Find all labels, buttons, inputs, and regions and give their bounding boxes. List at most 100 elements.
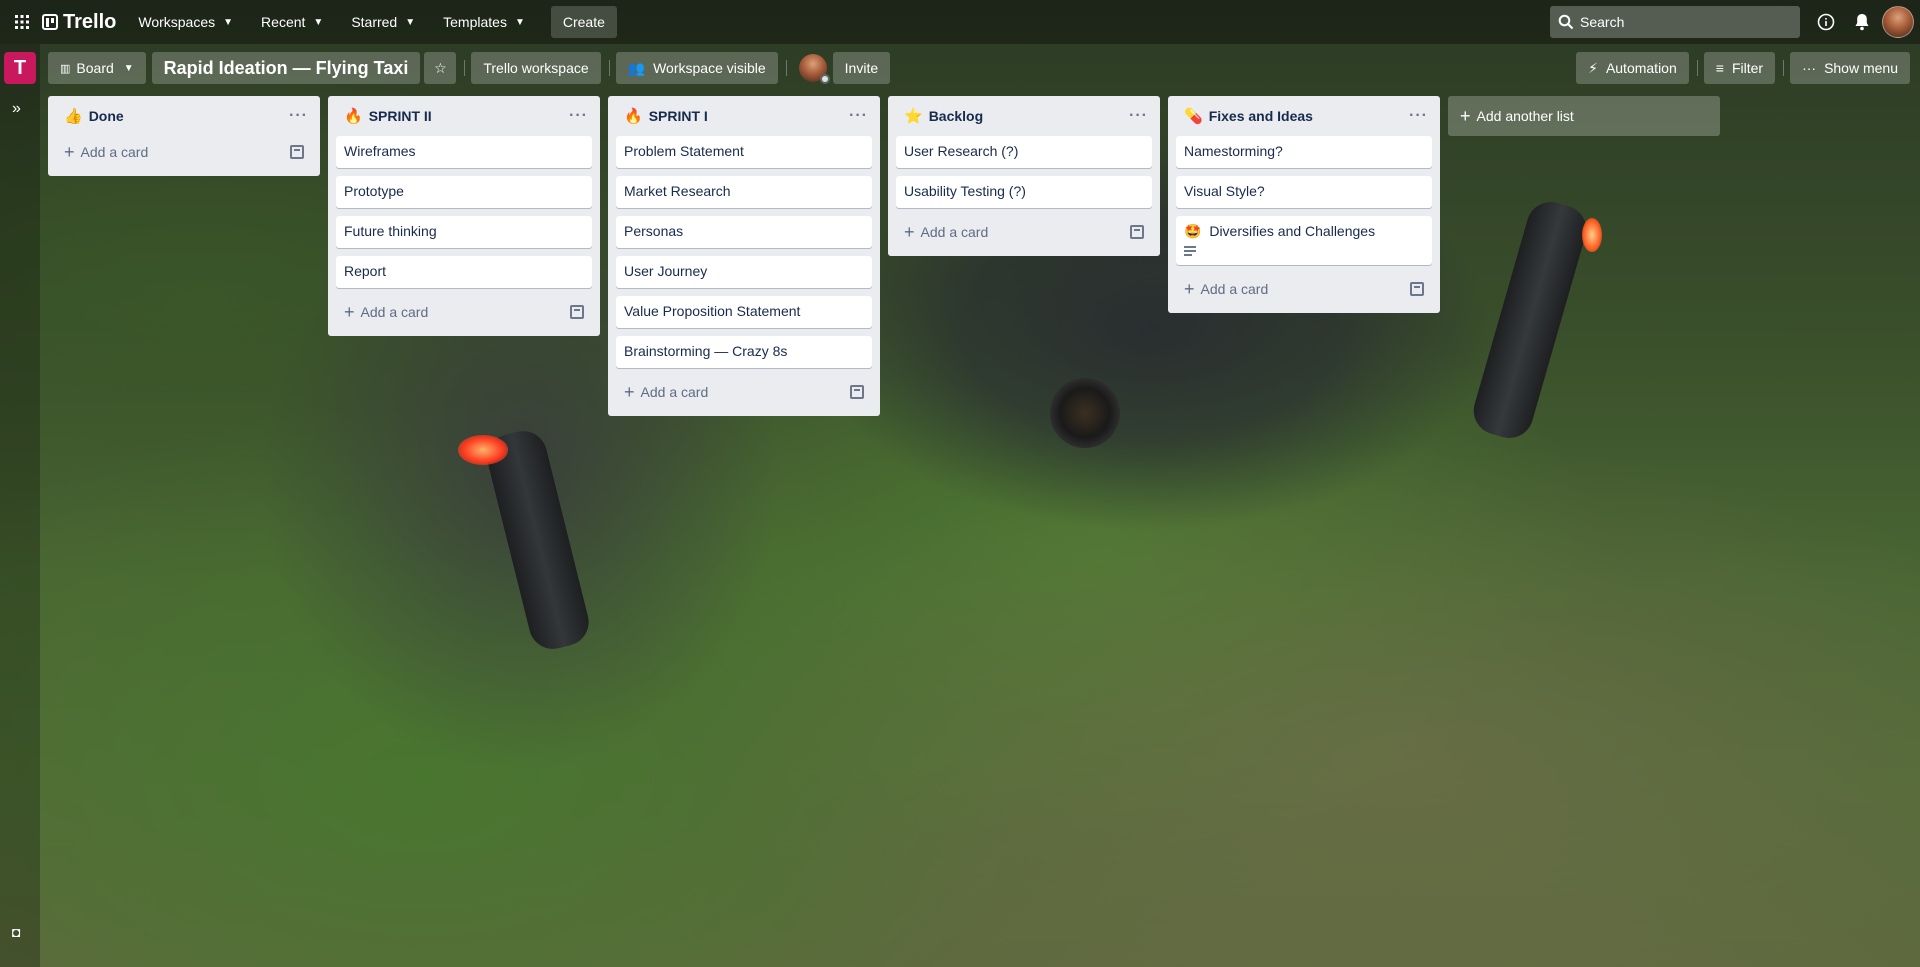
people-icon: 👥 — [627, 59, 646, 76]
nav-starred-label: Starred — [351, 14, 398, 30]
add-card-button[interactable]: + Add a card — [56, 136, 312, 168]
nav-recent[interactable]: Recent ▼ — [249, 6, 335, 38]
list-menu-icon[interactable]: ··· — [1129, 107, 1148, 125]
board-view-icon: ▥ — [60, 62, 71, 75]
divider — [785, 60, 787, 76]
star-icon: ☆ — [434, 59, 447, 76]
add-card-button[interactable]: + Add a card — [1176, 273, 1432, 305]
card[interactable]: Personas — [616, 216, 872, 248]
card-template-icon[interactable] — [1130, 225, 1144, 239]
card[interactable]: Future thinking — [336, 216, 592, 248]
member-avatar[interactable] — [798, 54, 830, 84]
card[interactable]: Prototype — [336, 176, 592, 208]
create-button[interactable]: Create — [550, 6, 617, 38]
camera-icon[interactable]: ◘ — [12, 924, 20, 940]
add-card-label: Add a card — [640, 384, 709, 400]
list-menu-icon[interactable]: ··· — [849, 107, 868, 125]
trello-logo[interactable]: Trello — [38, 11, 126, 34]
card[interactable]: Problem Statement — [616, 136, 872, 168]
apps-grid-icon[interactable] — [6, 6, 38, 38]
list-menu-icon[interactable]: ··· — [289, 107, 308, 125]
top-header: Trello Workspaces ▼ Recent ▼ Starred ▼ Temp… — [0, 0, 1920, 44]
list-title[interactable]: SPRINT I — [649, 108, 708, 124]
show-menu-label: Show menu — [1824, 60, 1898, 76]
nav-workspaces-label: Workspaces — [138, 14, 216, 30]
nav-starred[interactable]: Starred ▼ — [339, 6, 427, 38]
add-card-button[interactable]: + Add a card — [336, 296, 592, 328]
list-title[interactable]: SPRINT II — [369, 108, 432, 124]
board-view-switcher[interactable]: ▥ Board ▼ — [48, 52, 146, 84]
list-title[interactable]: Backlog — [929, 108, 983, 124]
list-header[interactable]: ⭐ Backlog ··· — [896, 96, 1152, 136]
search-box[interactable] — [1550, 6, 1800, 38]
fire-icon: 🔥 — [344, 108, 363, 125]
fire-icon: 🔥 — [624, 108, 643, 125]
card[interactable]: Namestorming? — [1176, 136, 1432, 168]
card-template-icon[interactable] — [1410, 282, 1424, 296]
notifications-bell-icon[interactable] — [1846, 6, 1878, 38]
list-title[interactable]: Done — [89, 108, 124, 124]
star-icon: ⭐ — [904, 108, 923, 125]
card[interactable]: Wireframes — [336, 136, 592, 168]
list-menu-icon[interactable]: ··· — [569, 107, 588, 125]
star-board-button[interactable]: ☆ — [424, 52, 457, 84]
nav-templates-label: Templates — [443, 14, 507, 30]
card[interactable]: Usability Testing (?) — [896, 176, 1152, 208]
nav-workspaces[interactable]: Workspaces ▼ — [126, 6, 245, 38]
drone-arm-right — [1468, 196, 1592, 444]
card[interactable]: Value Proposition Statement — [616, 296, 872, 328]
card[interactable]: Report — [336, 256, 592, 288]
pill-icon: 💊 — [1184, 108, 1203, 125]
list-done: 👍 Done ··· + Add a card — [48, 96, 320, 176]
chevron-down-icon: ▼ — [313, 16, 324, 28]
expand-sidebar-icon[interactable]: » — [12, 100, 21, 118]
trello-logo-icon — [42, 14, 58, 30]
list-header[interactable]: 🔥 SPRINT I ··· — [616, 96, 872, 136]
list-header[interactable]: 💊 Fixes and Ideas ··· — [1176, 96, 1432, 136]
card[interactable]: 🤩 Diversifies and Challenges — [1176, 216, 1432, 265]
show-menu-button[interactable]: ··· Show menu — [1790, 52, 1910, 84]
plus-icon: + — [904, 222, 915, 242]
plus-icon: + — [1460, 106, 1471, 126]
list-backlog: ⭐ Backlog ··· User Research (?) Usabilit… — [888, 96, 1160, 256]
search-icon — [1558, 14, 1574, 30]
board-view-label: Board — [76, 60, 114, 76]
filter-button[interactable]: ≡ Filter — [1703, 52, 1776, 84]
automation-button[interactable]: ⚡ Automation — [1576, 52, 1689, 84]
invite-button[interactable]: Invite — [832, 52, 891, 84]
list-menu-icon[interactable]: ··· — [1409, 107, 1428, 125]
workspace-button[interactable]: Trello workspace — [471, 52, 601, 84]
list-fixes-and-ideas: 💊 Fixes and Ideas ··· Namestorming? Visu… — [1168, 96, 1440, 313]
drone-camera — [1050, 378, 1120, 448]
divider — [1783, 60, 1785, 76]
search-input[interactable] — [1580, 14, 1780, 30]
plus-icon: + — [1184, 279, 1195, 299]
card[interactable]: User Research (?) — [896, 136, 1152, 168]
info-icon[interactable] — [1810, 6, 1842, 38]
nav-templates[interactable]: Templates ▼ — [431, 6, 537, 38]
drone-light-left — [458, 435, 508, 465]
card[interactable]: User Journey — [616, 256, 872, 288]
add-card-button[interactable]: + Add a card — [896, 216, 1152, 248]
card-template-icon[interactable] — [570, 305, 584, 319]
card[interactable]: Brainstorming — Crazy 8s — [616, 336, 872, 368]
user-avatar[interactable] — [1882, 6, 1914, 38]
add-card-button[interactable]: + Add a card — [616, 376, 872, 408]
list-header[interactable]: 👍 Done ··· — [56, 96, 312, 136]
divider — [464, 60, 466, 76]
card[interactable]: Market Research — [616, 176, 872, 208]
nav-recent-label: Recent — [261, 14, 306, 30]
card-template-icon[interactable] — [290, 145, 304, 159]
add-list-label: Add another list — [1476, 108, 1574, 124]
board-header: ▥ Board ▼ Rapid Ideation — Flying Taxi ☆… — [0, 44, 1920, 92]
card[interactable]: Visual Style? — [1176, 176, 1432, 208]
card-template-icon[interactable] — [850, 385, 864, 399]
list-header[interactable]: 🔥 SPRINT II ··· — [336, 96, 592, 136]
automation-label: Automation — [1605, 60, 1677, 76]
rocket-icon: ⚡ — [1588, 59, 1598, 76]
board-title[interactable]: Rapid Ideation — Flying Taxi — [151, 52, 421, 84]
list-title[interactable]: Fixes and Ideas — [1209, 108, 1313, 124]
chevron-down-icon: ▼ — [223, 16, 234, 28]
add-another-list-button[interactable]: + Add another list — [1448, 96, 1720, 136]
visibility-button[interactable]: 👥 Workspace visible — [615, 52, 778, 84]
